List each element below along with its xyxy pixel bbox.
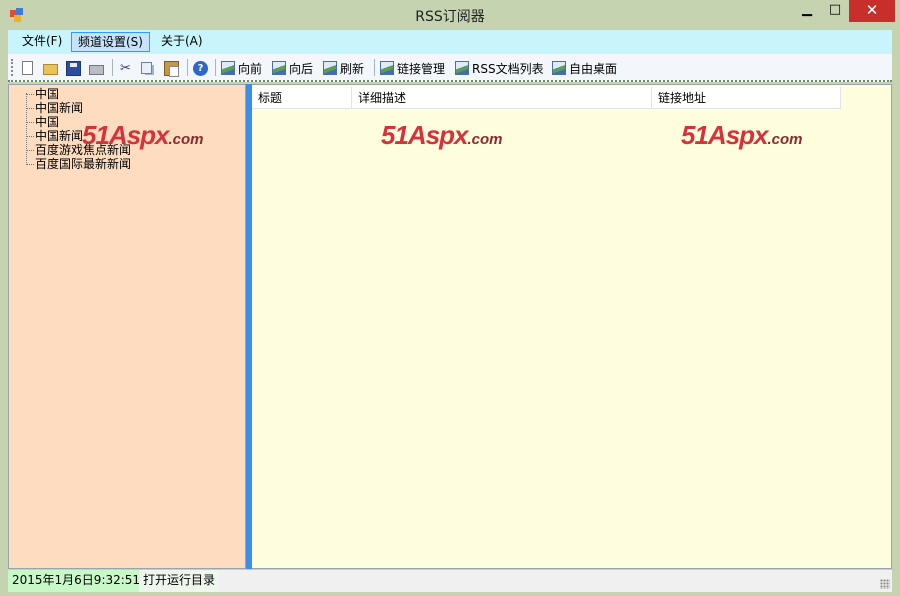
column-header-description[interactable]: 详细描述 xyxy=(352,87,652,109)
rss-doc-list-button[interactable]: RSS文档列表 xyxy=(455,59,544,77)
refresh-button[interactable]: 刷新 xyxy=(323,59,364,77)
copy-button[interactable] xyxy=(141,59,152,77)
article-list-view: 标题 详细描述 链接地址 xyxy=(252,84,892,569)
watermark-logo-main: 51Aspx xyxy=(381,120,468,150)
watermark-logo-domain: .com xyxy=(467,131,503,148)
cut-button[interactable]: ✂ xyxy=(118,59,133,77)
cut-icon: ✂ xyxy=(120,60,131,76)
rss-doc-list-label: RSS文档列表 xyxy=(472,61,544,76)
column-header-link[interactable]: 链接地址 xyxy=(652,87,841,109)
tree-item[interactable]: 百度国际最新新闻 xyxy=(23,157,131,171)
tree-item[interactable]: 中国新闻 xyxy=(23,101,131,115)
toolbar: ✂ ? 向前 向后 刷新 链接管理 RSS文档列表 自由桌面 xyxy=(8,54,892,82)
paste-button[interactable] xyxy=(164,59,179,77)
forward-label: 向前 xyxy=(238,61,263,76)
toolbar-grip[interactable] xyxy=(11,59,14,76)
help-button[interactable]: ? xyxy=(193,59,208,77)
status-bar: 2015年1月6日9:32:51 打开运行目录 xyxy=(8,570,892,592)
copy-icon xyxy=(141,62,152,74)
image-icon xyxy=(380,61,394,75)
save-button[interactable] xyxy=(66,59,81,77)
new-file-button[interactable] xyxy=(20,59,33,77)
list-header: 标题 详细描述 链接地址 xyxy=(252,87,841,109)
link-manage-button[interactable]: 链接管理 xyxy=(380,59,445,77)
maximize-button[interactable]: □ xyxy=(821,0,849,22)
forward-button[interactable]: 向前 xyxy=(221,59,262,77)
back-button[interactable]: 向后 xyxy=(272,59,313,77)
watermark-logo: 51Aspx.com xyxy=(681,120,803,151)
image-icon xyxy=(272,61,286,75)
open-folder-icon xyxy=(43,64,58,75)
window-title: RSS订阅器 xyxy=(415,9,485,25)
image-icon xyxy=(323,61,337,75)
watermark-logo-main: 51Aspx xyxy=(82,120,169,150)
free-desktop-button[interactable]: 自由桌面 xyxy=(552,59,617,77)
title-bar: RSS订阅器 ▁ □ ✕ xyxy=(0,0,900,30)
toolbar-separator xyxy=(112,59,113,76)
menu-bar: 文件(F) 频道设置(S) 关于(A) xyxy=(8,30,892,54)
toolbar-separator xyxy=(215,59,216,76)
image-icon xyxy=(455,61,469,75)
open-button[interactable] xyxy=(43,59,58,77)
toolbar-separator xyxy=(374,59,375,76)
image-icon xyxy=(221,61,235,75)
link-manage-label: 链接管理 xyxy=(397,61,446,76)
column-header-title[interactable]: 标题 xyxy=(252,87,352,109)
tree-item[interactable]: 中国 xyxy=(23,87,131,101)
toolbar-separator xyxy=(187,59,188,76)
open-run-directory-link[interactable]: 打开运行目录 xyxy=(139,570,220,592)
channel-tree-pane: 中国 中国新闻 中国 中国新闻 百度游戏焦点新闻 百度国际最新新闻 xyxy=(8,84,246,569)
watermark-logo-domain: .com xyxy=(767,131,803,148)
new-file-icon xyxy=(22,61,33,75)
resize-grip[interactable] xyxy=(880,579,890,589)
back-label: 向后 xyxy=(289,61,314,76)
minimize-button[interactable]: ▁ xyxy=(793,0,821,22)
watermark-logo: 51Aspx.com xyxy=(82,120,204,151)
image-icon xyxy=(552,61,566,75)
watermark-logo-main: 51Aspx xyxy=(681,120,768,150)
print-button[interactable] xyxy=(89,59,104,77)
paste-icon xyxy=(164,60,179,77)
help-icon: ? xyxy=(193,60,208,76)
free-desktop-label: 自由桌面 xyxy=(569,61,618,76)
print-icon xyxy=(89,64,104,75)
close-button[interactable]: ✕ xyxy=(849,0,895,22)
watermark-logo: 51Aspx.com xyxy=(381,120,503,151)
menu-file[interactable]: 文件(F) xyxy=(16,32,68,52)
status-datetime: 2015年1月6日9:32:51 xyxy=(8,570,146,592)
save-icon xyxy=(66,60,81,76)
refresh-label: 刷新 xyxy=(340,61,365,76)
watermark-logo-domain: .com xyxy=(168,131,204,148)
menu-channel-settings[interactable]: 频道设置(S) xyxy=(71,32,150,52)
menu-about[interactable]: 关于(A) xyxy=(155,32,209,52)
